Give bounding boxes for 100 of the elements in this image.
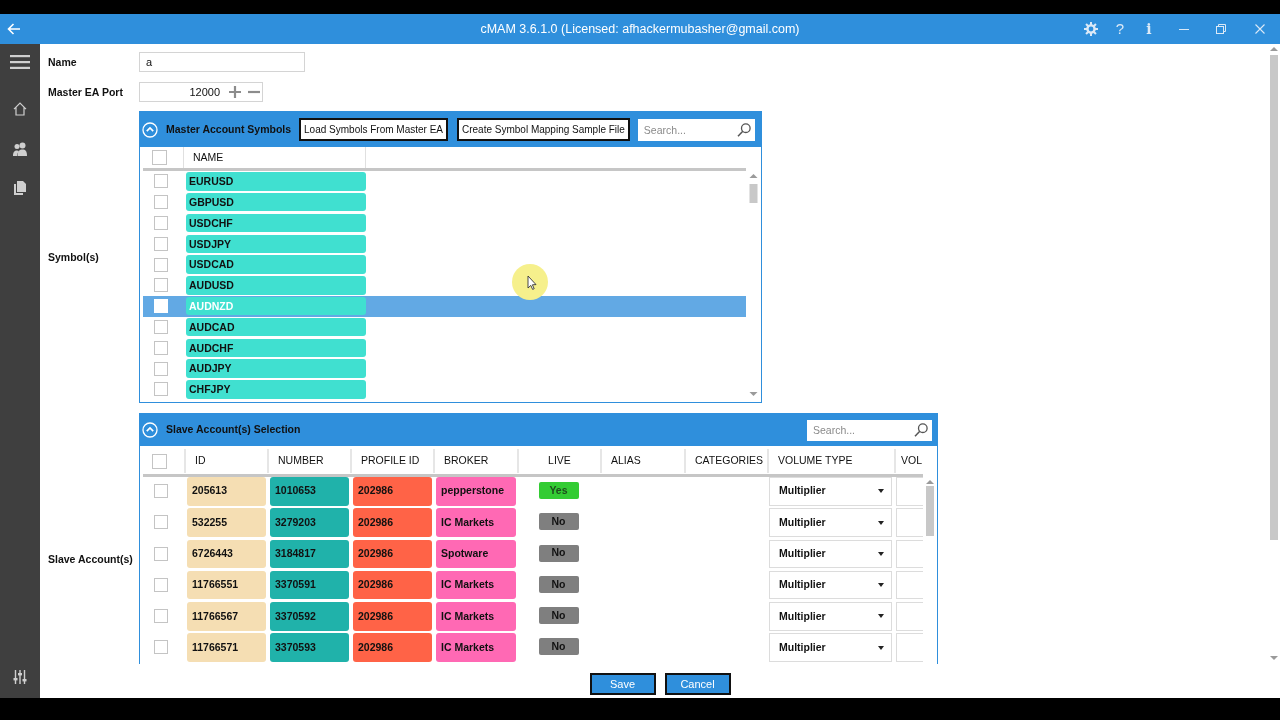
volume-field[interactable] [896,602,923,631]
sliders-icon[interactable] [13,670,27,684]
symbol-row[interactable]: USDCHF [143,212,746,234]
checkbox[interactable] [154,640,168,655]
symbol-name-cell: CHFJPY [186,380,366,399]
users-icon[interactable] [13,142,27,156]
volume-type-dropdown[interactable]: Multiplier [769,570,892,600]
column-header: NAME [193,149,224,165]
account-number-cell: 3370593 [270,633,349,662]
volume-field[interactable] [896,570,923,600]
symbol-name-cell: USDCAD [186,255,366,274]
symbol-row[interactable]: EURUSD [143,171,746,192]
volume-type-dropdown[interactable]: Multiplier [769,633,892,662]
checkbox[interactable] [154,577,168,592]
live-status: No [538,544,579,562]
live-status: Yes [538,482,579,499]
checkbox[interactable] [154,340,168,355]
broker-cell: IC Markets [436,633,516,662]
symbol-row[interactable]: AUDCAD [143,316,746,338]
symbol-name-cell: GBPUSD [186,192,366,212]
profile-id-cell: 202986 [353,633,432,662]
port-field[interactable]: 12000 [139,82,263,102]
checkbox[interactable] [154,319,168,334]
create-mapping-file-button[interactable]: Create Symbol Mapping Sample File [457,118,630,141]
panel-title: Slave Account(s) Selection [166,422,301,438]
menu-icon[interactable] [10,55,30,69]
column-header: PROFILE ID [361,453,420,469]
account-number-cell: 3370592 [270,602,349,631]
panel-title: Master Account Symbols [166,121,292,137]
broker-cell: pepperstone [436,477,516,506]
broker-cell: IC Markets [436,602,516,631]
column-header: CATEGORIES [695,453,764,469]
search-field[interactable]: Search... [637,118,755,141]
symbol-name-cell: AUDUSD [186,276,366,295]
symbol-row[interactable]: AUDCHF [143,337,746,359]
search-icon[interactable] [737,122,751,137]
volume-type-dropdown[interactable]: Multiplier [769,508,892,537]
volume-field[interactable] [896,508,923,537]
account-id-cell: 11766551 [187,570,266,600]
name-field[interactable]: a [139,52,305,72]
account-id-cell: 205613 [187,477,266,506]
profile-id-cell: 202986 [353,570,432,600]
checkbox[interactable] [154,609,168,624]
checkbox[interactable] [154,278,168,293]
symbol-row[interactable]: AUDUSD [143,275,746,296]
home-icon[interactable] [13,102,27,116]
checkbox[interactable] [154,382,168,397]
caret-icon [878,489,884,494]
select-all-checkbox[interactable] [152,453,167,469]
checkbox[interactable] [154,361,168,376]
volume-field[interactable] [896,539,923,569]
account-id-cell: 11766567 [187,602,266,631]
symbol-row[interactable]: CHFJPY [143,378,746,400]
live-status: No [538,607,579,625]
field-label: Slave Account(s) [48,553,133,565]
checkbox[interactable] [154,546,168,561]
account-number-cell: 3279203 [270,508,349,537]
column-header: NUMBER [278,453,324,469]
checkbox[interactable] [154,195,168,210]
column-header: VOL [901,453,922,469]
select-all-checkbox[interactable] [152,150,167,165]
close-icon[interactable] [1255,24,1265,34]
volume-type-dropdown[interactable]: Multiplier [769,477,892,506]
volume-type-dropdown[interactable]: Multiplier [769,602,892,631]
symbol-row[interactable]: USDJPY [143,233,746,255]
symbol-row[interactable]: GBPUSD [143,191,746,213]
load-symbols-button[interactable]: Load Symbols From Master EA [299,118,448,141]
field-label: Master EA Port [48,85,123,98]
volume-field[interactable] [896,477,923,506]
profile-id-cell: 202986 [353,539,432,569]
symbol-row[interactable]: USDCAD [143,254,746,275]
gear-icon[interactable] [1084,22,1098,36]
documents-icon[interactable] [14,181,26,195]
checkbox[interactable] [154,515,168,530]
checkbox[interactable] [154,236,168,251]
plus-icon[interactable] [229,86,241,98]
profile-id-cell: 202986 [353,508,432,537]
symbol-row[interactable]: AUDJPY [143,358,746,379]
caret-icon [878,551,884,556]
restore-icon[interactable] [1216,24,1226,34]
symbol-name-cell: USDCHF [186,213,366,233]
collapse-icon[interactable] [142,121,158,138]
volume-type-dropdown[interactable]: Multiplier [769,539,892,569]
search-icon[interactable] [914,423,928,437]
checkbox[interactable] [154,257,168,272]
volume-field[interactable] [896,633,923,662]
search-field[interactable]: Search... [807,419,932,441]
caret-icon [878,583,884,588]
live-status: No [538,638,579,656]
checkbox[interactable] [154,216,168,230]
account-id-cell: 11766571 [187,633,266,662]
symbol-name-cell: AUDNZD [186,296,366,316]
broker-cell: Spotware [436,539,516,569]
account-number-cell: 1010653 [270,477,349,506]
checkbox[interactable] [154,174,168,189]
back-arrow-icon[interactable] [7,23,21,35]
collapse-icon[interactable] [142,422,158,438]
checkbox[interactable] [154,484,168,498]
mouse-pointer-icon [512,264,548,300]
account-id-cell: 6726443 [187,539,266,569]
